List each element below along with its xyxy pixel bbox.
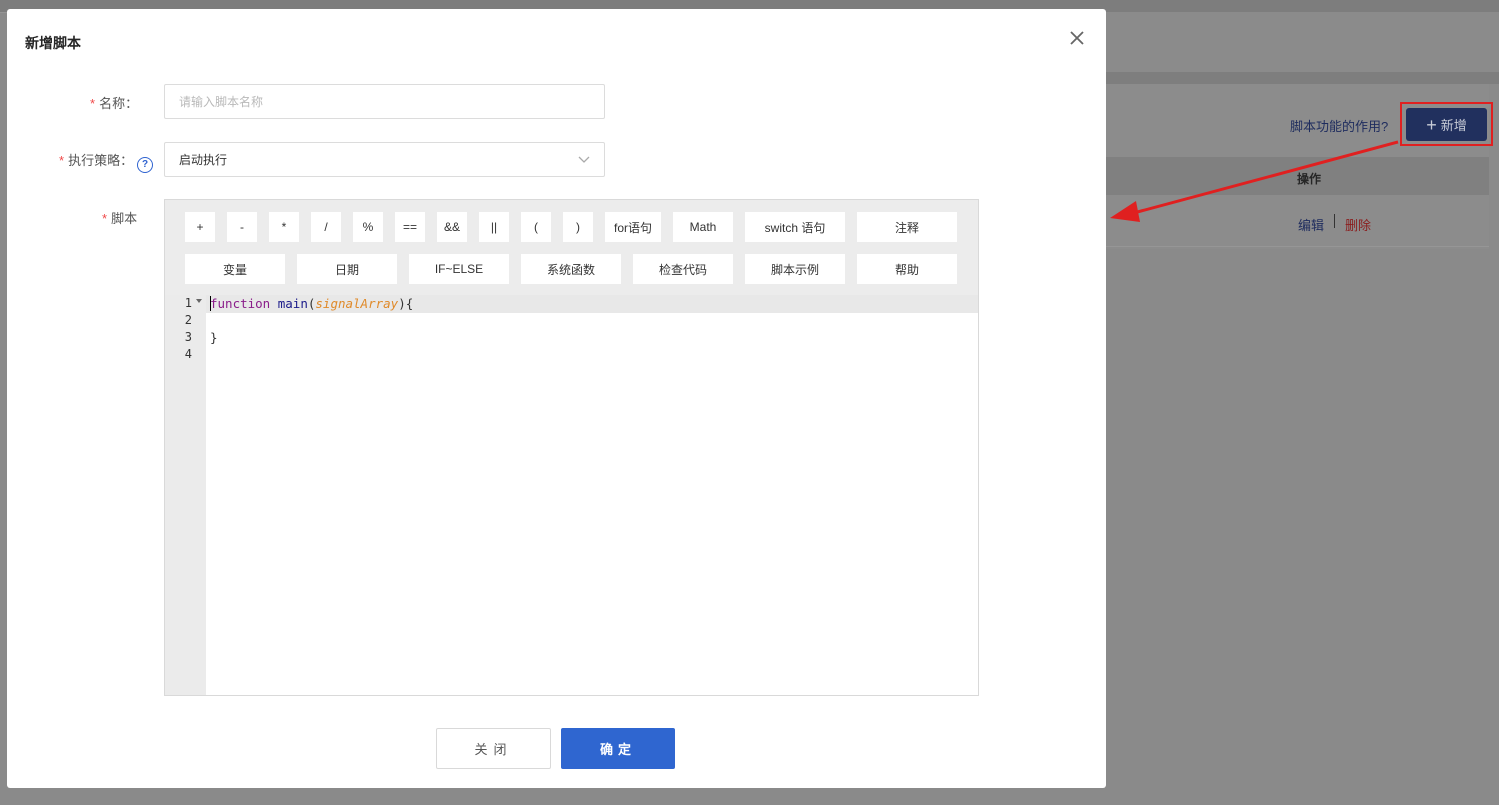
background-header-strip [1106, 12, 1499, 72]
name-label: * 名称： [90, 93, 138, 112]
toolbar-button-minus[interactable]: - [227, 212, 257, 242]
strategy-select[interactable]: 启动执行 [164, 142, 605, 177]
strategy-label: * 执行策略：? [59, 150, 154, 173]
required-mark: * [59, 153, 65, 168]
close-button[interactable]: 关闭 [436, 728, 551, 769]
toolbar-button-math[interactable]: Math [673, 212, 733, 242]
toolbar-button-plus[interactable]: + [185, 212, 215, 242]
script-label: * 脚本 [102, 208, 137, 227]
code-line-1: function main(signalArray){ [210, 295, 413, 312]
line-number: 4 [184, 347, 192, 361]
required-mark: * [102, 211, 108, 226]
action-separator [1334, 214, 1335, 228]
toolbar-button-comment[interactable]: 注释 [857, 212, 957, 242]
line-number: 2 [184, 313, 192, 327]
toolbar-button-equals[interactable]: == [395, 212, 425, 242]
chevron-down-icon [578, 153, 590, 167]
line-number-gutter: 1 2 3 4 [165, 295, 206, 695]
code-editor[interactable]: 1 2 3 4 function main(signalArray){ } [165, 295, 978, 695]
text-cursor [210, 296, 211, 311]
code-punctuation: ){ [398, 296, 414, 311]
fold-toggle-icon[interactable] [196, 299, 202, 303]
delete-link[interactable]: 删除 [1345, 215, 1371, 234]
code-line-3: } [210, 330, 218, 345]
script-editor-panel: + - * / % == && || ( ) for语句 Math switch… [164, 199, 979, 696]
required-mark: * [90, 96, 96, 111]
column-header-operation: 操作 [1297, 172, 1322, 186]
toolbar-button-multiply[interactable]: * [269, 212, 299, 242]
help-circle-icon[interactable]: ? [137, 157, 154, 173]
toolbar-button-help[interactable]: 帮助 [857, 254, 957, 284]
toolbar-button-close-paren[interactable]: ) [563, 212, 593, 242]
code-keyword: function [210, 296, 271, 311]
script-help-link[interactable]: 脚本功能的作用? [1290, 116, 1388, 135]
toolbar-button-switch[interactable]: switch 语句 [745, 212, 845, 242]
add-script-dialog: 新增脚本 *名称： *执行策略：? 启动执行 *脚本 + - * / % == … [7, 9, 1106, 788]
confirm-button[interactable]: 确定 [561, 728, 675, 769]
strategy-selected-value: 启动执行 [179, 153, 228, 167]
close-icon[interactable] [1066, 27, 1088, 49]
line-number: 3 [184, 330, 192, 344]
toolbar-button-open-paren[interactable]: ( [521, 212, 551, 242]
strategy-label-text: 执行策略： [68, 153, 134, 168]
toolbar-button-or[interactable]: || [479, 212, 509, 242]
edit-link[interactable]: 编辑 [1298, 215, 1324, 234]
code-function-name: main [277, 296, 308, 311]
toolbar-button-check-code[interactable]: 检查代码 [633, 254, 733, 284]
toolbar-button-modulo[interactable]: % [353, 212, 383, 242]
annotation-highlight-box [1400, 102, 1493, 146]
script-label-text: 脚本 [111, 211, 138, 226]
script-name-input[interactable] [164, 84, 605, 119]
toolbar-button-date[interactable]: 日期 [297, 254, 397, 284]
toolbar-button-system-functions[interactable]: 系统函数 [521, 254, 621, 284]
toolbar-button-divide[interactable]: / [311, 212, 341, 242]
toolbar-button-script-example[interactable]: 脚本示例 [745, 254, 845, 284]
toolbar-button-variable[interactable]: 变量 [185, 254, 285, 284]
code-parameter: signalArray [315, 296, 399, 311]
line-number: 1 [184, 296, 192, 310]
toolbar-button-for[interactable]: for语句 [605, 212, 661, 242]
toolbar-button-and[interactable]: && [437, 212, 467, 242]
dialog-title: 新增脚本 [25, 35, 81, 51]
table-row-divider [1106, 246, 1489, 247]
toolbar-button-if-else[interactable]: IF~ELSE [409, 254, 509, 284]
name-label-text: 名称： [99, 96, 139, 111]
background-divider [1106, 72, 1499, 84]
